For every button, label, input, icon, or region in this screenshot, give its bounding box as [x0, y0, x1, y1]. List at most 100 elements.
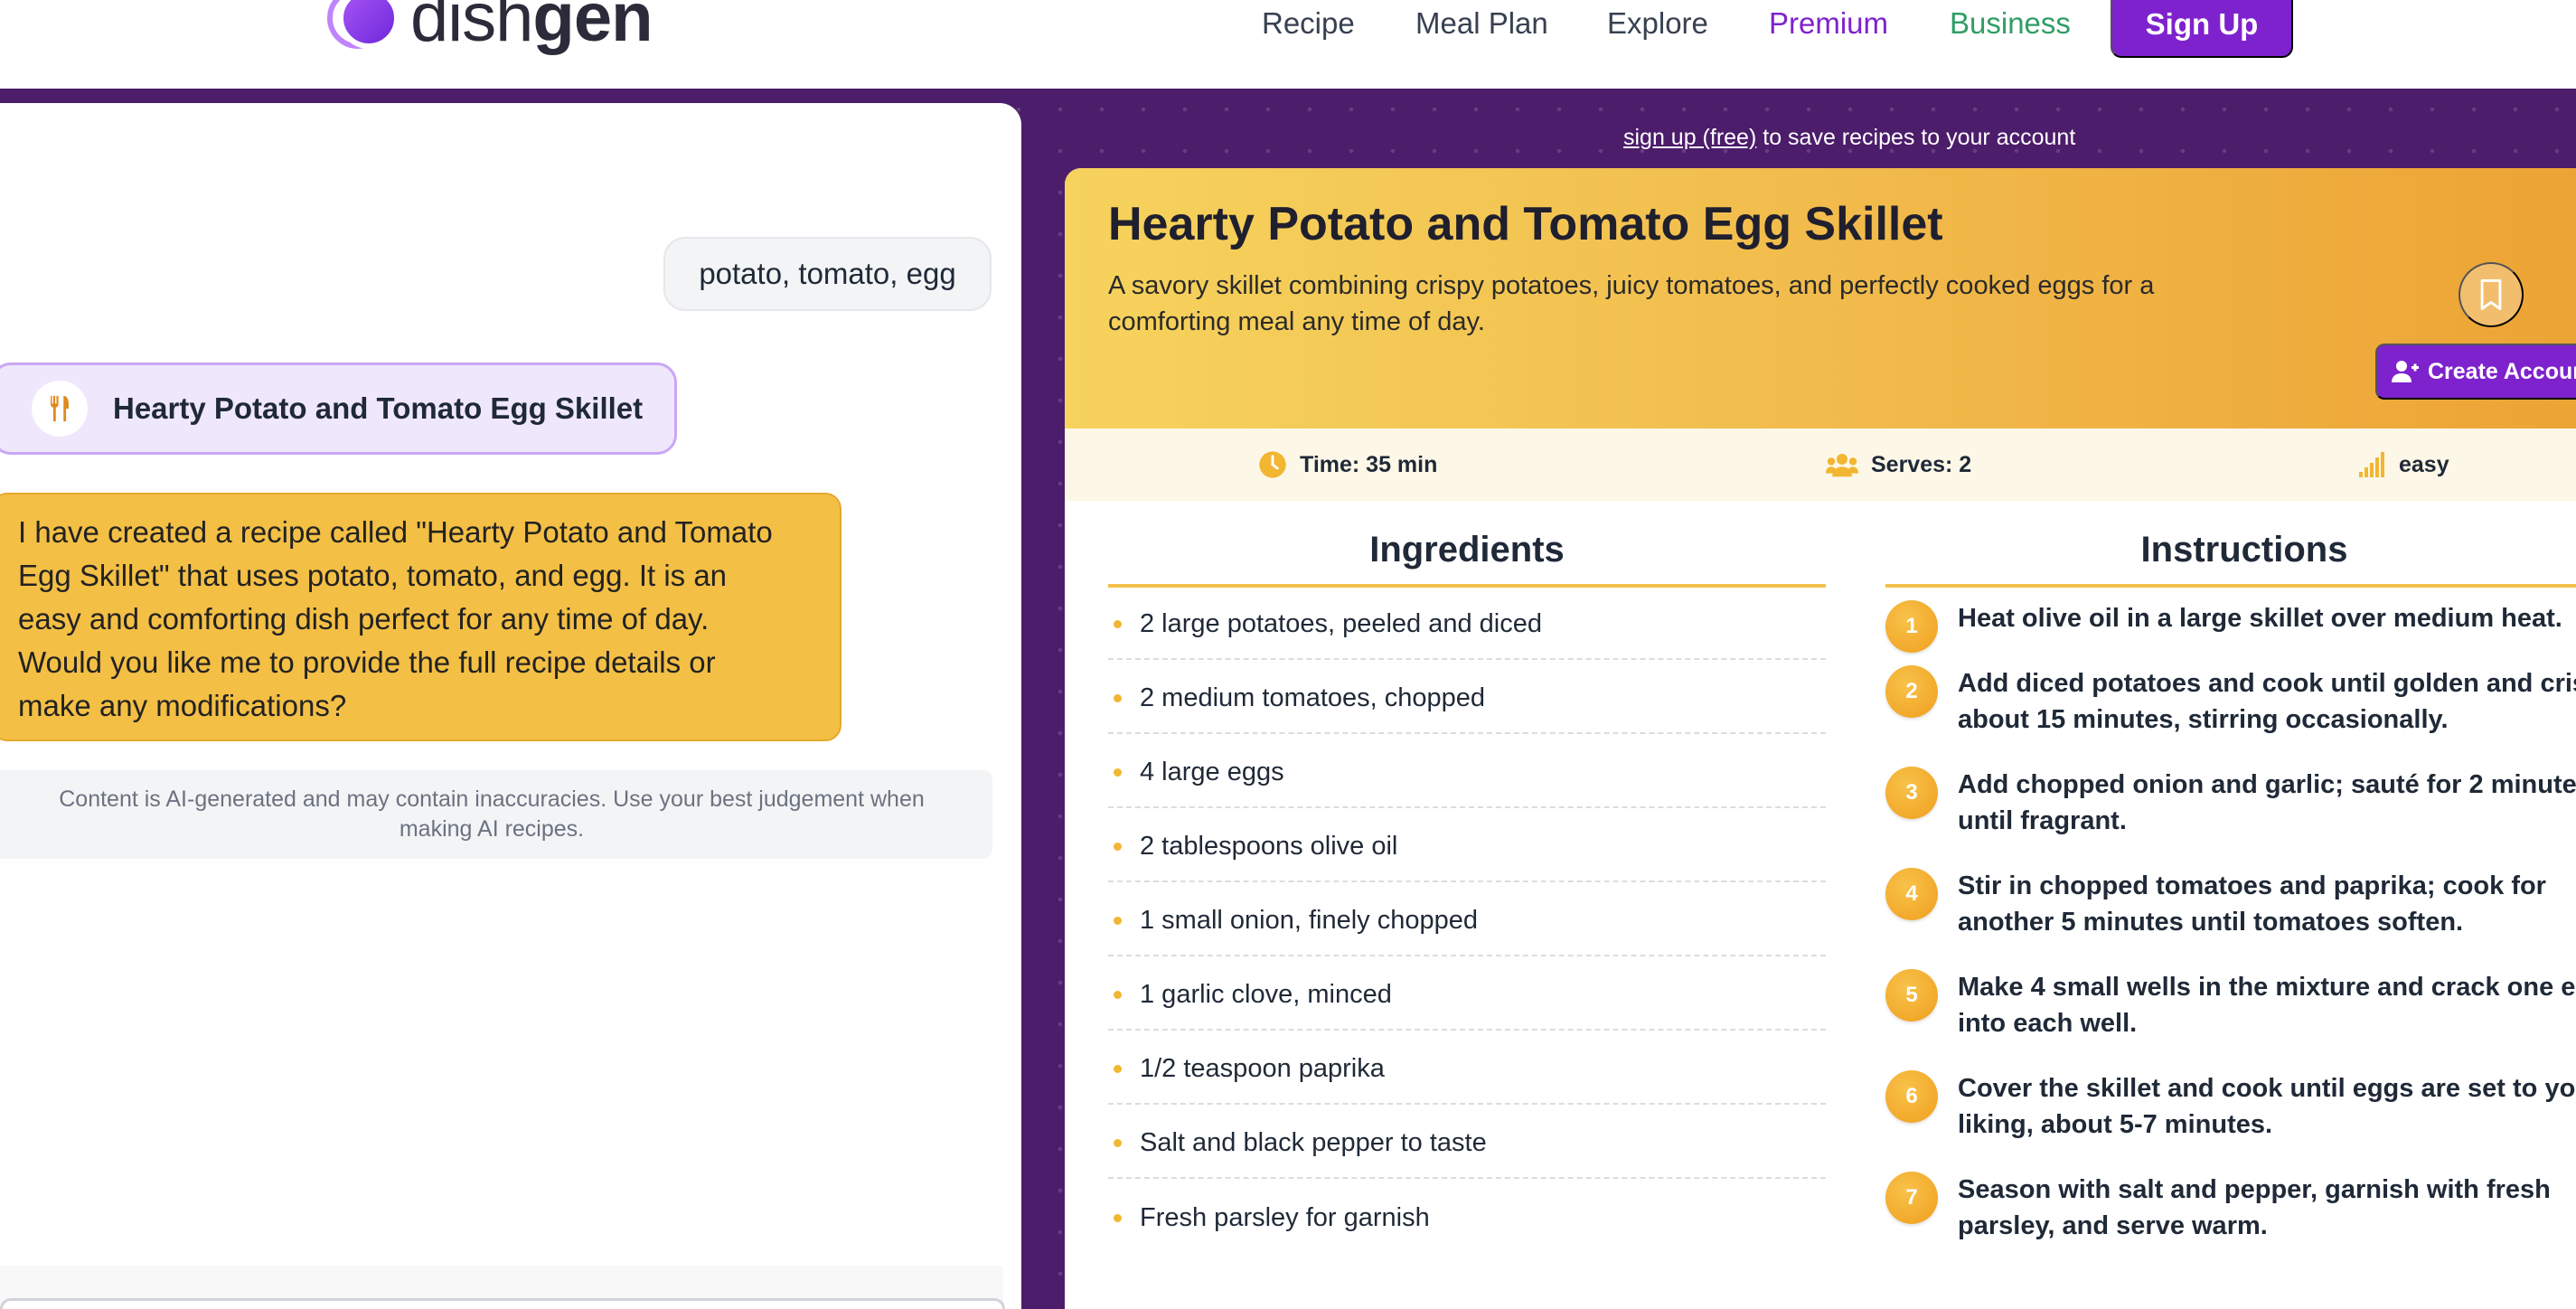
- bullet-icon: [1114, 1138, 1122, 1147]
- nav-meal-plan-link[interactable]: Meal Plan: [1415, 0, 1548, 47]
- ingredient-text: 1/2 teaspoon paprika: [1140, 1053, 1385, 1083]
- instructions-divider: [1885, 584, 2576, 588]
- instruction-text: Season with salt and pepper, garnish wit…: [1958, 1175, 2551, 1204]
- chat-input-field[interactable]: [0, 1298, 1005, 1309]
- clock-icon: [1259, 451, 1286, 478]
- save-recipes-note-text: to save recipes to your account: [1756, 125, 2076, 150]
- ingredients-list: 2 large potatoes, peeled and diced 2 med…: [1108, 586, 1826, 1253]
- ingredient-text: 2 tablespoons olive oil: [1140, 831, 1398, 861]
- bullet-icon: [1114, 1213, 1122, 1222]
- instruction-text: Add chopped onion and garlic; sauté for …: [1958, 770, 2576, 799]
- create-account-button[interactable]: Create Account: [2375, 344, 2576, 400]
- save-recipes-note: sign up (free) to save recipes to your a…: [1623, 125, 2075, 151]
- step-number-badge: 7: [1885, 1172, 1938, 1224]
- meta-serves: Serves: 2: [1826, 428, 1971, 501]
- bullet-icon: [1114, 619, 1122, 628]
- nav-premium-link[interactable]: Premium: [1769, 0, 1888, 47]
- recipe-card: Hearty Potato and Tomato Egg Skillet A s…: [1065, 168, 2576, 1309]
- ingredient-item: 1/2 teaspoon paprika: [1108, 1031, 1826, 1105]
- ingredient-item: 1 garlic clove, minced: [1108, 956, 1826, 1031]
- dishgen-logo[interactable]: dishgen: [327, 0, 653, 54]
- instruction-text: Cover the skillet and cook until eggs ar…: [1958, 1074, 2576, 1103]
- user-plus-icon: [2392, 361, 2419, 382]
- ingredient-item: 2 large potatoes, peeled and diced: [1108, 586, 1826, 660]
- instruction-step: 7 Season with salt and pepper, garnish w…: [1885, 1172, 2576, 1273]
- instruction-text: about 15 minutes, stirring occasionally.: [1958, 705, 2449, 734]
- assistant-message-line: I have created a recipe called "Hearty P…: [18, 515, 773, 549]
- chat-panel: potato, tomato, egg Hearty Potato and To…: [0, 103, 1021, 1309]
- recipe-meta-bar: Time: 35 min Serves: 2 easy: [1065, 428, 2576, 501]
- bullet-icon: [1114, 916, 1122, 925]
- create-account-label: Create Account: [2428, 358, 2576, 384]
- ingredient-text: 2 medium tomatoes, chopped: [1140, 683, 1486, 712]
- meta-serves-label: Serves: 2: [1871, 451, 1972, 477]
- ingredient-item: 2 medium tomatoes, chopped: [1108, 660, 1826, 734]
- ingredient-item: 1 small onion, finely chopped: [1108, 882, 1826, 956]
- user-message-bubble: potato, tomato, egg: [663, 237, 992, 311]
- ai-disclaimer: Content is AI-generated and may contain …: [0, 770, 992, 859]
- instruction-step: 5 Make 4 small wells in the mixture and …: [1885, 969, 2576, 1070]
- ingredient-text: 2 large potatoes, peeled and diced: [1140, 608, 1543, 638]
- instruction-step: 4 Stir in chopped tomatoes and paprika; …: [1885, 868, 2576, 969]
- user-message-text: potato, tomato, egg: [699, 257, 956, 290]
- instruction-step: 1 Heat olive oil in a large skillet over…: [1885, 600, 2576, 665]
- instruction-text: into each well.: [1958, 1009, 2138, 1038]
- instruction-text: liking, about 5-7 minutes.: [1958, 1110, 2273, 1139]
- sign-up-free-link[interactable]: sign up (free): [1623, 125, 1756, 150]
- bookmark-button[interactable]: [2458, 262, 2524, 327]
- meta-time: Time: 35 min: [1258, 428, 1437, 501]
- bookmark-icon: [2480, 278, 2502, 310]
- instructions-heading: Instructions: [2140, 530, 2348, 570]
- step-number-badge: 4: [1885, 868, 1938, 920]
- recipe-header: Hearty Potato and Tomato Egg Skillet A s…: [1065, 168, 2576, 428]
- instruction-text: parsley, and serve warm.: [1958, 1211, 2268, 1240]
- nav-recipe-link[interactable]: Recipe: [1262, 0, 1355, 47]
- recipe-chip[interactable]: Hearty Potato and Tomato Egg Skillet: [0, 363, 677, 455]
- bullet-icon: [1114, 1064, 1122, 1073]
- ingredient-item: 4 large eggs: [1108, 734, 1826, 808]
- ingredients-heading: Ingredients: [1369, 530, 1565, 570]
- instruction-text: Heat olive oil in a large skillet over m…: [1958, 604, 2562, 633]
- meta-difficulty: easy: [2359, 428, 2449, 501]
- fork-knife-icon: [32, 381, 88, 437]
- nav-business-link[interactable]: Business: [1950, 0, 2071, 47]
- assistant-message-line: Would you like me to provide the full re…: [18, 645, 716, 679]
- ingredient-item: 2 tablespoons olive oil: [1108, 808, 1826, 882]
- ingredient-text: 4 large eggs: [1140, 757, 1284, 786]
- ingredient-item: Salt and black pepper to taste: [1108, 1105, 1826, 1179]
- instructions-list: 1 Heat olive oil in a large skillet over…: [1885, 600, 2576, 1273]
- instruction-step: 3 Add chopped onion and garlic; sauté fo…: [1885, 767, 2576, 868]
- bullet-icon: [1114, 693, 1122, 702]
- meta-time-label: Time: 35 min: [1300, 451, 1438, 477]
- bullet-icon: [1114, 842, 1122, 851]
- step-number-badge: 6: [1885, 1070, 1938, 1123]
- step-number-badge: 5: [1885, 969, 1938, 1022]
- logo-wordmark: dishgen: [410, 0, 653, 56]
- signal-bars-icon: [2359, 452, 2384, 477]
- instruction-text: Make 4 small wells in the mixture and cr…: [1958, 973, 2576, 1002]
- recipe-chip-label: Hearty Potato and Tomato Egg Skillet: [113, 391, 644, 425]
- bullet-icon: [1114, 990, 1122, 999]
- step-number-badge: 1: [1885, 600, 1938, 653]
- assistant-message-line: make any modifications?: [18, 689, 347, 722]
- ingredient-text: 1 garlic clove, minced: [1140, 979, 1392, 1009]
- sign-up-button[interactable]: Sign Up: [2111, 0, 2293, 58]
- recipe-description: A savory skillet combining crispy potato…: [1108, 271, 2155, 336]
- instruction-text: until fragrant.: [1958, 806, 2127, 835]
- instruction-text: another 5 minutes until tomatoes soften.: [1958, 908, 2464, 937]
- meta-difficulty-label: easy: [2399, 451, 2449, 477]
- instruction-text: Add diced potatoes and cook until golden…: [1958, 669, 2576, 698]
- bullet-icon: [1114, 768, 1122, 777]
- instruction-step: 6 Cover the skillet and cook until eggs …: [1885, 1070, 2576, 1172]
- ingredient-text: Fresh parsley for garnish: [1140, 1202, 1430, 1232]
- nav-explore-link[interactable]: Explore: [1607, 0, 1708, 47]
- ingredient-text: Salt and black pepper to taste: [1140, 1127, 1487, 1157]
- assistant-message-bubble: I have created a recipe called "Hearty P…: [0, 493, 841, 741]
- instruction-text: Stir in chopped tomatoes and paprika; co…: [1958, 871, 2546, 900]
- users-icon: [1826, 454, 1858, 477]
- ingredient-item: Fresh parsley for garnish: [1108, 1179, 1826, 1253]
- assistant-message-line: easy and comforting dish perfect for any…: [18, 602, 710, 636]
- ingredient-text: 1 small onion, finely chopped: [1140, 905, 1479, 935]
- instruction-step: 2 Add diced potatoes and cook until gold…: [1885, 665, 2576, 767]
- recipe-title: Hearty Potato and Tomato Egg Skillet: [1108, 198, 1943, 250]
